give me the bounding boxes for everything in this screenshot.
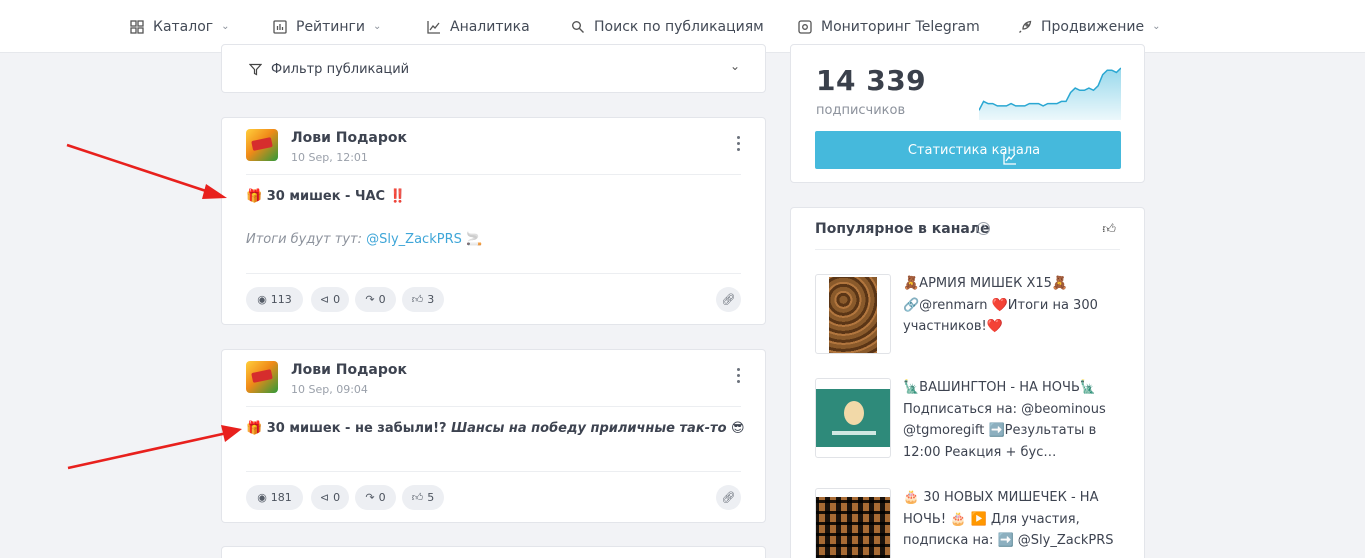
search-icon bbox=[571, 20, 585, 34]
help-icon[interactable]: ? bbox=[977, 222, 990, 235]
post-subtext: Итоги будут тут: @Sly_ZackPRS 🚬 bbox=[246, 232, 482, 247]
post-thumbnail[interactable] bbox=[815, 488, 891, 558]
chevron-down-icon: ⌄ bbox=[221, 21, 230, 32]
link-icon[interactable]: 🔗︎ bbox=[716, 485, 741, 510]
shares-count: 0 bbox=[333, 491, 341, 504]
subscriber-label: подписчиков bbox=[816, 103, 906, 118]
post-date[interactable]: 10 Sep, 09:04 bbox=[291, 383, 368, 396]
chevron-down-icon[interactable]: ⌄ bbox=[730, 59, 740, 73]
post-card: Лови Подарок 10 Sep, 09:04 🎁 30 мишек - … bbox=[221, 349, 766, 523]
forward-icon: ↷ bbox=[365, 491, 375, 504]
divider bbox=[246, 471, 741, 472]
forwards-count: 0 bbox=[378, 293, 386, 306]
nav-ratings-label: Рейтинги bbox=[296, 18, 366, 35]
post-card: Лови Подарок 10 Sep, 12:01 🎁 30 мишек - … bbox=[221, 117, 766, 325]
share-icon: ⊲ bbox=[319, 491, 330, 504]
post-mention-link[interactable]: @Sly_ZackPRS bbox=[366, 232, 462, 247]
post-thumbnail[interactable] bbox=[815, 274, 891, 354]
annotation-arrow bbox=[67, 425, 242, 470]
share-icon: ⊲ bbox=[319, 293, 330, 306]
thumbs-up-icon: 👍︎ bbox=[411, 491, 424, 504]
divider bbox=[246, 174, 741, 175]
monitor-icon bbox=[798, 19, 812, 34]
popular-title: Популярное в канале bbox=[815, 221, 990, 237]
sparkline-area bbox=[979, 68, 1121, 120]
thumbs-up-icon[interactable]: 👍︎ bbox=[1102, 222, 1116, 237]
views-counter[interactable]: ◉ 113 bbox=[246, 287, 303, 312]
divider bbox=[815, 249, 1120, 250]
divider bbox=[246, 273, 741, 274]
popular-post-text[interactable]: 🧸АРМИЯ МИШЕК X15🧸 🔗@renmarn ❤️Итоги на 3… bbox=[903, 273, 1123, 338]
nav-search-label: Поиск по публикациям bbox=[594, 18, 764, 35]
link-icon[interactable]: 🔗︎ bbox=[716, 287, 741, 312]
nav-analytics-label: Аналитика bbox=[450, 18, 530, 35]
annotation-arrow bbox=[66, 143, 227, 199]
forward-icon: ↷ bbox=[365, 293, 375, 306]
reactions-count: 3 bbox=[427, 293, 435, 306]
eye-icon: ◉ bbox=[257, 491, 267, 504]
filter-icon bbox=[248, 61, 263, 76]
line-chart-icon bbox=[427, 20, 441, 34]
nav-promotion-label: Продвижение bbox=[1041, 18, 1145, 35]
eye-icon: ◉ bbox=[257, 293, 267, 306]
channel-name[interactable]: Лови Подарок bbox=[291, 362, 407, 378]
views-count: 113 bbox=[270, 293, 292, 306]
channel-avatar[interactable] bbox=[246, 129, 278, 161]
smoke-emoji: 🚬 bbox=[466, 232, 483, 247]
subscriber-count: 14 339 bbox=[816, 64, 927, 97]
forwards-counter[interactable]: ↷ 0 bbox=[355, 287, 396, 312]
shares-counter[interactable]: ⊲ 0 bbox=[311, 485, 349, 510]
nav-catalog-label: Каталог bbox=[153, 18, 214, 35]
bar-chart-icon bbox=[273, 19, 287, 34]
more-options-icon[interactable] bbox=[737, 368, 741, 386]
post-thumbnail[interactable] bbox=[815, 378, 891, 458]
popular-post-text[interactable]: 🎂 30 НОВЫХ МИШЕЧЕК - НА НОЧЬ! 🎂 ▶️ Для у… bbox=[903, 487, 1123, 552]
post-date[interactable]: 10 Sep, 12:01 bbox=[291, 151, 368, 164]
popular-post-text[interactable]: 🗽ВАШИНГТОН - НА НОЧЬ🗽 Подписаться на: @b… bbox=[903, 377, 1123, 463]
subscribers-card: 14 339 подписчиков Статистика канала bbox=[790, 44, 1145, 183]
forwards-count: 0 bbox=[378, 491, 386, 504]
filter-label: Фильтр публикаций bbox=[271, 62, 410, 77]
shares-count: 0 bbox=[333, 293, 341, 306]
reactions-counter[interactable]: 👍︎ 5 bbox=[402, 485, 444, 510]
post-text: 🎁 30 мишек - не забыли!? Шансы на победу… bbox=[246, 421, 745, 436]
post-subtext-label: Итоги будут тут: bbox=[246, 232, 367, 247]
exclamation-emoji: ‼️ bbox=[389, 189, 406, 204]
more-options-icon[interactable] bbox=[737, 136, 741, 154]
nav-monitoring-label: Мониторинг Telegram bbox=[821, 18, 980, 35]
nav-catalog[interactable]: Каталог ⌄ bbox=[130, 0, 230, 53]
divider bbox=[246, 406, 741, 407]
forwards-counter[interactable]: ↷ 0 bbox=[355, 485, 396, 510]
views-count: 181 bbox=[270, 491, 292, 504]
thumbs-up-icon: 👍︎ bbox=[411, 293, 424, 306]
channel-avatar[interactable] bbox=[246, 361, 278, 393]
views-counter[interactable]: ◉ 181 bbox=[246, 485, 303, 510]
gift-emoji: 🎁 bbox=[246, 189, 263, 204]
post-italic-text: Шансы на победу приличные так-то bbox=[451, 421, 727, 436]
rocket-icon bbox=[1018, 20, 1032, 34]
channel-name[interactable]: Лови Подарок bbox=[291, 130, 407, 146]
post-headline: 30 мишек - ЧАС bbox=[266, 189, 386, 204]
post-headline: 30 мишек - не забыли!? bbox=[266, 421, 447, 436]
publication-filter[interactable]: Фильтр публикаций ⌄ bbox=[221, 44, 766, 93]
popular-card: Популярное в канале ? 👍︎ 🧸АРМИЯ МИШЕК X1… bbox=[790, 207, 1145, 558]
grid-icon bbox=[130, 19, 144, 34]
chevron-down-icon: ⌄ bbox=[1152, 21, 1161, 32]
post-text: 🎁 30 мишек - ЧАС ‼️ bbox=[246, 189, 406, 204]
channel-stats-button[interactable]: Статистика канала bbox=[815, 131, 1121, 169]
sunglasses-emoji: 😎 bbox=[731, 421, 745, 436]
channel-stats-label: Статистика канала bbox=[907, 142, 1041, 158]
chevron-down-icon: ⌄ bbox=[373, 21, 382, 32]
subscriber-sparkline bbox=[979, 67, 1121, 120]
reactions-count: 5 bbox=[427, 491, 435, 504]
post-card bbox=[221, 546, 766, 558]
shares-counter[interactable]: ⊲ 0 bbox=[311, 287, 349, 312]
reactions-counter[interactable]: 👍︎ 3 bbox=[402, 287, 444, 312]
